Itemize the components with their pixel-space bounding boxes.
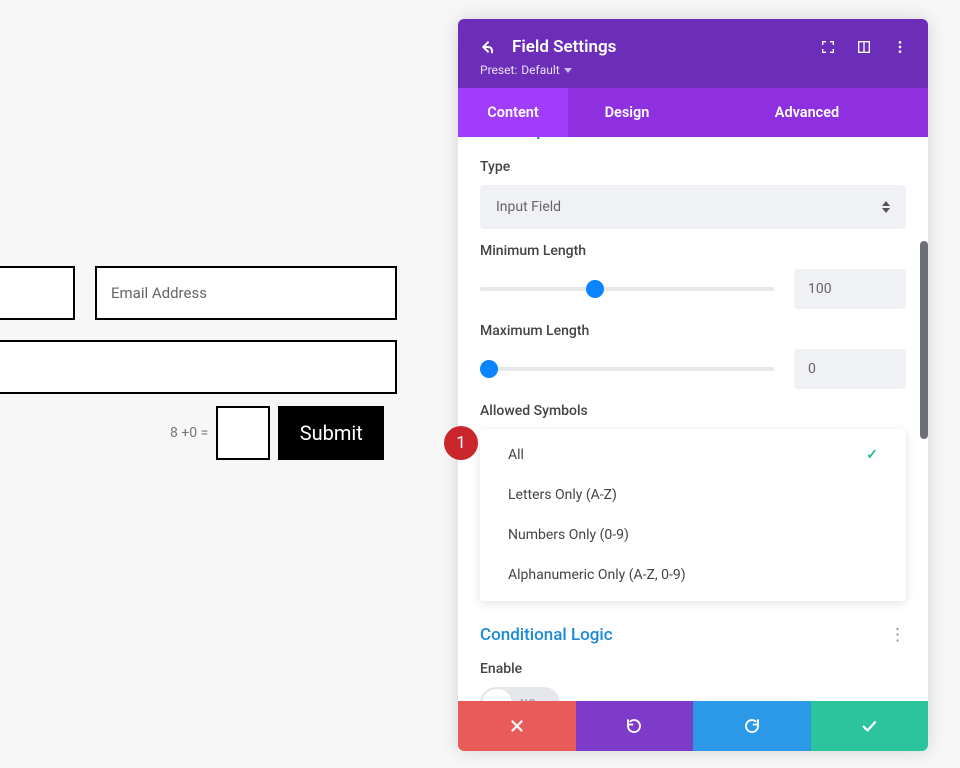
type-value: Input Field	[496, 199, 561, 215]
confirm-button[interactable]	[811, 701, 929, 751]
cancel-button[interactable]	[458, 701, 576, 751]
min-length-slider[interactable]	[480, 279, 774, 299]
type-label: Type	[480, 159, 906, 175]
type-select[interactable]: Input Field	[480, 185, 906, 229]
preset-prefix: Preset:	[480, 63, 517, 77]
check-icon: ✓	[866, 447, 878, 463]
field-settings-panel: Field Settings Preset: Default Content D…	[458, 19, 928, 751]
min-length-value[interactable]: 100	[794, 269, 906, 309]
enable-label: Enable	[480, 661, 906, 677]
toggle-knob	[482, 689, 512, 701]
panel-body: Field Options Type Input Field Minimum L…	[458, 137, 928, 701]
slider-thumb[interactable]	[480, 360, 498, 378]
chevron-down-icon	[564, 68, 572, 73]
allowed-symbols-dropdown: All ✓ Letters Only (A-Z) Numbers Only (0…	[480, 429, 906, 601]
symbols-option-alnum[interactable]: Alphanumeric Only (A-Z, 0-9)	[480, 555, 906, 595]
allowed-symbols-label: Allowed Symbols	[480, 403, 906, 419]
section-more-icon[interactable]: ⋮	[889, 625, 906, 645]
tab-advanced[interactable]: Advanced	[686, 88, 928, 137]
email-field[interactable]: Email Address	[95, 266, 397, 320]
section-field-options: Field Options	[458, 137, 928, 145]
annotation-badge: 1	[444, 426, 478, 460]
captcha-question: 8 +0 =	[170, 425, 208, 441]
slider-thumb[interactable]	[586, 280, 604, 298]
max-length-label: Maximum Length	[480, 323, 906, 339]
message-field[interactable]	[0, 340, 397, 394]
enable-toggle[interactable]: NO	[480, 687, 560, 701]
toggle-value: NO	[520, 697, 536, 702]
panel-title: Field Settings	[512, 37, 616, 57]
email-placeholder: Email Address	[111, 284, 207, 302]
more-icon[interactable]	[892, 39, 908, 55]
tab-design[interactable]: Design	[568, 88, 686, 137]
max-length-value[interactable]: 0	[794, 349, 906, 389]
captcha-input[interactable]	[216, 406, 270, 460]
panel-header: Field Settings Preset: Default	[458, 19, 928, 88]
tabs: Content Design Advanced	[458, 88, 928, 137]
panel-footer	[458, 701, 928, 751]
symbols-option-letters[interactable]: Letters Only (A-Z)	[480, 475, 906, 515]
symbols-option-all[interactable]: All ✓	[480, 435, 906, 475]
preset-selector[interactable]: Preset: Default	[480, 63, 572, 77]
redo-button[interactable]	[693, 701, 811, 751]
max-length-slider[interactable]	[480, 359, 774, 379]
submit-label: Submit	[300, 421, 363, 445]
layout-icon[interactable]	[856, 39, 872, 55]
tab-content[interactable]: Content	[458, 88, 568, 137]
updown-icon	[880, 201, 892, 213]
min-length-label: Minimum Length	[480, 243, 906, 259]
fullscreen-icon[interactable]	[820, 39, 836, 55]
preset-value: Default	[521, 63, 559, 77]
symbols-option-numbers[interactable]: Numbers Only (0-9)	[480, 515, 906, 555]
section-conditional-logic: Conditional Logic	[480, 625, 613, 645]
undo-button[interactable]	[576, 701, 694, 751]
scrollbar[interactable]	[920, 241, 928, 439]
back-icon[interactable]	[480, 39, 496, 55]
submit-button[interactable]: Submit	[278, 406, 384, 460]
badge-number: 1	[456, 433, 466, 453]
name-field[interactable]	[0, 266, 75, 320]
